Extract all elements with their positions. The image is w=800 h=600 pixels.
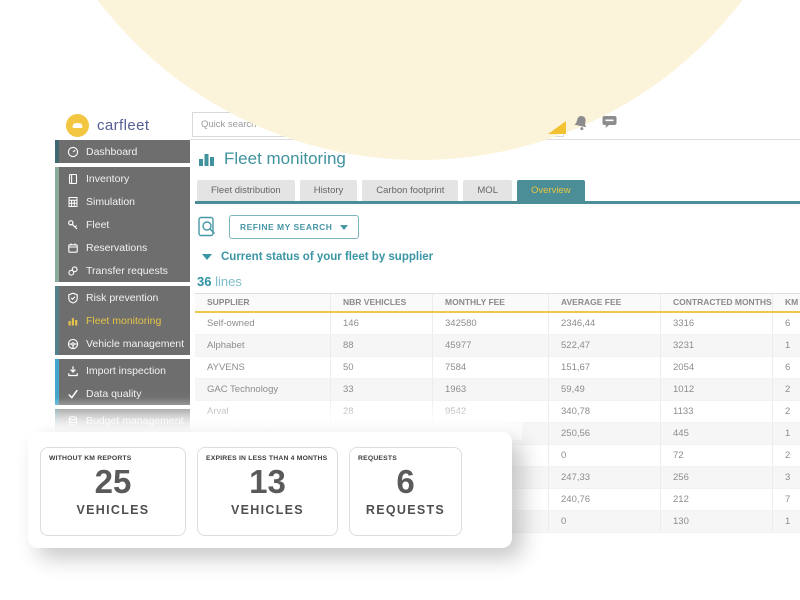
tab-fleet-distribution[interactable]: Fleet distribution: [197, 180, 295, 201]
simulation-icon: [66, 196, 79, 208]
table-row[interactable]: AYVENS 50 7584 151,67 2054 6: [195, 357, 800, 379]
kpi-card-requests[interactable]: REQUESTS 6 REQUESTS: [349, 447, 462, 536]
sidebar-item-simulation[interactable]: Simulation: [59, 190, 190, 213]
sidebar-group-dashboard: Dashboard: [55, 140, 190, 163]
refine-row: REFINE MY SEARCH: [197, 215, 360, 239]
inventory-icon: [66, 173, 79, 185]
report-search-icon[interactable]: [197, 216, 217, 239]
column-header-monthly-fee[interactable]: MONTHLY FEE: [432, 294, 548, 311]
tab-carbon-footprint[interactable]: Carbon footprint: [362, 180, 459, 201]
column-header-nbr-vehicles[interactable]: NBR VEHICLES: [330, 294, 432, 311]
tab-history[interactable]: History: [299, 180, 358, 201]
sidebar-item-inventory[interactable]: Inventory: [59, 167, 190, 190]
tab-overview[interactable]: Overview: [516, 180, 585, 201]
chat-icon[interactable]: [601, 114, 618, 130]
collapse-triangle-icon: [202, 254, 212, 260]
download-icon: [66, 365, 79, 377]
column-header-average-fee[interactable]: AVERAGE FEE: [548, 294, 660, 311]
sidebar-item-reservations[interactable]: Reservations: [59, 236, 190, 259]
tab-underline: [195, 201, 800, 204]
sidebar-group-monitoring: Risk prevention Fleet monitoring Vehicle…: [55, 286, 190, 355]
shield-icon: [66, 292, 79, 304]
car-icon: [66, 113, 89, 137]
table-row[interactable]: Alphabet 88 45977 522,47 3231 1: [195, 335, 800, 357]
logo-bar: carfleet: [55, 110, 190, 140]
sidebar-item-vehicle-management[interactable]: Vehicle management: [59, 332, 190, 355]
column-header-supplier[interactable]: SUPPLIER: [195, 294, 330, 311]
corner-triangle-marker: [548, 121, 566, 134]
bar-chart-icon: [66, 315, 79, 327]
brand-name: carfleet: [97, 116, 150, 134]
sidebar-item-fleet-monitoring[interactable]: Fleet monitoring: [59, 309, 190, 332]
kpi-card-without-km-reports[interactable]: WITHOUT KM REPORTS 25 VEHICLES: [40, 447, 186, 536]
tab-mol[interactable]: MOL: [463, 180, 512, 201]
sidebar-item-transfer-requests[interactable]: Transfer requests: [59, 259, 190, 282]
table-header-row: SUPPLIER NBR VEHICLES MONTHLY FEE AVERAG…: [195, 293, 800, 313]
sidebar-group-fleet-ops: Inventory Simulation Fleet Reservations …: [55, 167, 190, 282]
sidebar-item-dashboard[interactable]: Dashboard: [59, 140, 190, 163]
table-row[interactable]: Self-owned 146 342580 2346,44 3316 6: [195, 313, 800, 335]
tab-bar: Fleet distribution History Carbon footpr…: [197, 180, 585, 201]
summary-cards-panel: WITHOUT KM REPORTS 25 VEHICLES EXPIRES I…: [28, 432, 512, 548]
sidebar-item-fleet[interactable]: Fleet: [59, 213, 190, 236]
sidebar-item-risk-prevention[interactable]: Risk prevention: [59, 286, 190, 309]
calendar-icon: [66, 242, 79, 254]
bar-chart-icon: [198, 151, 216, 167]
lines-counter: 36 lines: [197, 274, 242, 289]
link-icon: [66, 265, 79, 277]
column-header-km[interactable]: KM: [772, 294, 800, 311]
section-header[interactable]: Current status of your fleet by supplier: [202, 251, 433, 263]
steering-wheel-icon: [66, 338, 79, 350]
sidebar-item-import-inspection[interactable]: Import inspection: [59, 359, 190, 382]
page-title: Fleet monitoring: [198, 149, 346, 169]
chevron-down-icon: [340, 224, 349, 230]
dashboard-icon: [66, 146, 79, 158]
kpi-card-expiring-contracts[interactable]: EXPIRES IN LESS THAN 4 MONTHS 13 VEHICLE…: [197, 447, 338, 536]
key-icon: [66, 219, 79, 231]
bell-icon[interactable]: [573, 114, 589, 131]
column-header-contracted-months[interactable]: CONTRACTED MONTHS: [660, 294, 772, 311]
refine-search-button[interactable]: REFINE MY SEARCH: [229, 215, 360, 239]
